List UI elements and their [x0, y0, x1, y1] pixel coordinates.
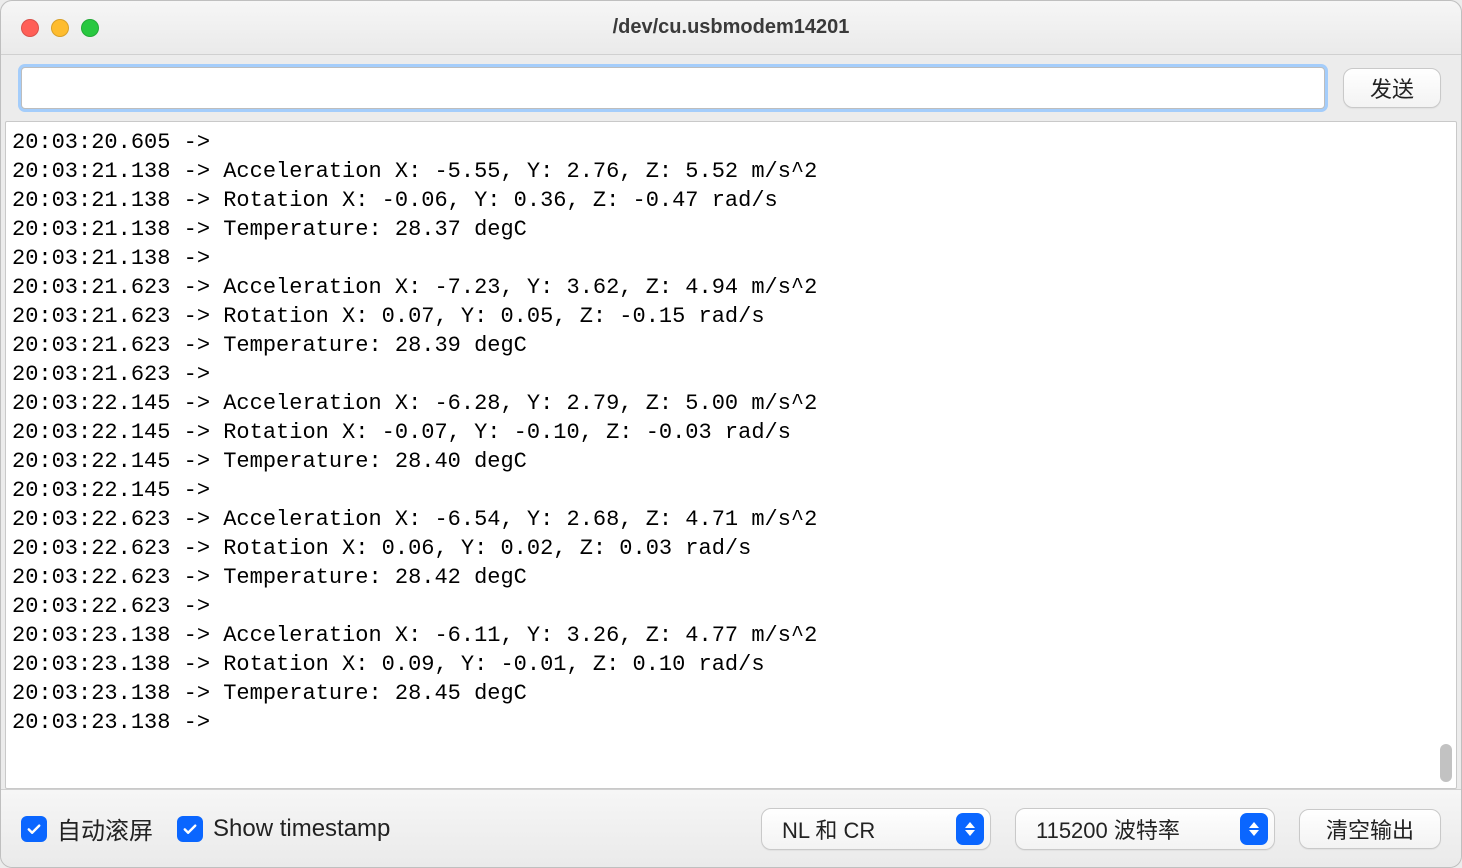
chevron-updown-icon [956, 813, 984, 845]
window-title: /dev/cu.usbmodem14201 [1, 16, 1461, 39]
autoscroll-option: 自动滚屏 [21, 811, 153, 846]
footer-bar: 自动滚屏 Show timestamp NL 和 CR 115200 波特率 [1, 789, 1461, 867]
line-ending-value: NL 和 CR [782, 813, 875, 845]
baud-rate-select[interactable]: 115200 波特率 [1015, 808, 1275, 850]
send-toolbar: 发送 [1, 55, 1461, 121]
send-input[interactable] [21, 67, 1325, 109]
baud-rate-value: 115200 波特率 [1036, 813, 1180, 845]
check-icon [181, 820, 199, 838]
autoscroll-checkbox[interactable] [21, 816, 47, 842]
show-timestamp-option: Show timestamp [177, 815, 390, 843]
serial-output-text[interactable]: 20:03:20.605 -> 20:03:21.138 -> Accelera… [6, 122, 1456, 788]
minimize-button[interactable] [51, 19, 69, 37]
scrollbar-thumb[interactable] [1440, 744, 1452, 782]
serial-monitor-window: /dev/cu.usbmodem14201 发送 20:03:20.605 ->… [0, 0, 1462, 868]
maximize-button[interactable] [81, 19, 99, 37]
show-timestamp-checkbox[interactable] [177, 816, 203, 842]
line-ending-select[interactable]: NL 和 CR [761, 808, 991, 850]
output-area: 20:03:20.605 -> 20:03:21.138 -> Accelera… [5, 121, 1457, 789]
chevron-updown-icon [1240, 813, 1268, 845]
clear-output-button[interactable]: 清空输出 [1299, 809, 1441, 849]
show-timestamp-label: Show timestamp [213, 815, 390, 843]
autoscroll-label: 自动滚屏 [57, 811, 153, 846]
traffic-lights [21, 19, 99, 37]
check-icon [25, 820, 43, 838]
close-button[interactable] [21, 19, 39, 37]
send-button[interactable]: 发送 [1343, 68, 1441, 108]
titlebar: /dev/cu.usbmodem14201 [1, 1, 1461, 55]
